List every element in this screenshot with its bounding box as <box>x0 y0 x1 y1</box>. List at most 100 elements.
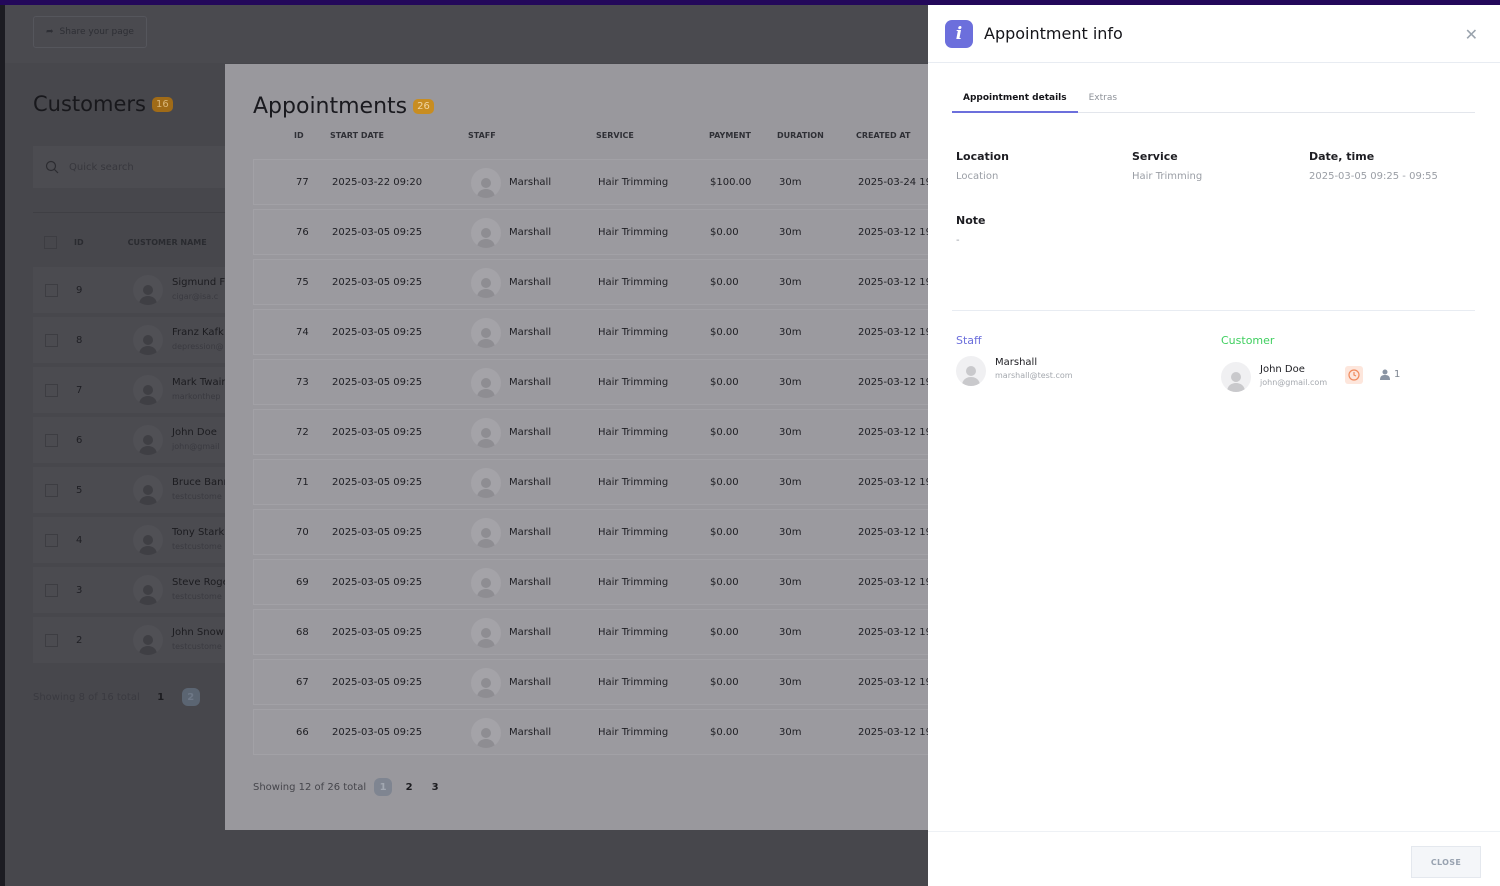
customers-search-input[interactable]: Quick search <box>33 146 233 188</box>
appointment-row[interactable]: 68 2025-03-05 09:25 Marshall Hair Trimmi… <box>253 609 928 655</box>
appointment-row[interactable]: 66 2025-03-05 09:25 Marshall Hair Trimmi… <box>253 709 928 755</box>
customer-email: markonthep <box>172 392 221 401</box>
staff-avatar <box>471 168 501 198</box>
appt-staff: Marshall <box>509 577 552 588</box>
appt-duration: 30m <box>779 377 802 388</box>
appt-created: 2025-03-12 19 <box>858 477 928 488</box>
customer-row[interactable]: 5 Bruce Banr testcustome <box>33 467 233 513</box>
share-page-button[interactable]: ➦ Share your page <box>33 16 147 48</box>
appointment-row[interactable]: 74 2025-03-05 09:25 Marshall Hair Trimmi… <box>253 309 928 355</box>
appt-start: 2025-03-05 09:25 <box>332 477 423 488</box>
customer-row[interactable]: 6 John Doe john@gmail <box>33 417 233 463</box>
appt-payment: $0.00 <box>710 627 739 638</box>
appointment-row[interactable]: 75 2025-03-05 09:25 Marshall Hair Trimmi… <box>253 259 928 305</box>
appt-created: 2025-03-12 19 <box>858 377 928 388</box>
appt-duration: 30m <box>779 677 802 688</box>
appt-payment: $0.00 <box>710 527 739 538</box>
col-duration[interactable]: DURATION <box>777 131 824 140</box>
page-2[interactable]: 2 <box>181 688 200 706</box>
col-customer-name[interactable]: CUSTOMER NAME <box>128 238 207 247</box>
customer-row[interactable]: 7 Mark Twair markonthep <box>33 367 233 413</box>
appt-service: Hair Trimming <box>598 477 669 488</box>
appointments-count-badge: 26 <box>413 99 434 114</box>
appt-duration: 30m <box>779 277 802 288</box>
appt-id: 67 <box>296 677 309 688</box>
appt-payment: $0.00 <box>710 327 739 338</box>
appt-service: Hair Trimming <box>598 727 669 738</box>
staff-avatar <box>471 368 501 398</box>
customer-id: 5 <box>76 484 83 496</box>
share-icon: ➦ <box>46 27 54 37</box>
col-id[interactable]: ID <box>74 238 84 247</box>
appointment-row[interactable]: 70 2025-03-05 09:25 Marshall Hair Trimmi… <box>253 509 928 555</box>
customers-count-badge: 16 <box>151 96 173 112</box>
select-all-checkbox[interactable] <box>44 236 57 249</box>
datetime-label: Date, time <box>1309 150 1375 163</box>
panel-tabs: Appointment details Extras <box>952 89 1475 113</box>
col-created-at: CREATED AT <box>856 131 911 140</box>
row-checkbox[interactable] <box>45 483 58 497</box>
row-checkbox[interactable] <box>45 383 58 397</box>
appointment-row[interactable]: 72 2025-03-05 09:25 Marshall Hair Trimmi… <box>253 409 928 455</box>
customer-name: Mark Twair <box>172 377 226 388</box>
customer-row[interactable]: 4 Tony Stark testcustome <box>33 517 233 563</box>
appointment-row[interactable]: 76 2025-03-05 09:25 Marshall Hair Trimmi… <box>253 209 928 255</box>
appt-staff: Marshall <box>509 277 552 288</box>
page-1[interactable]: 1 <box>152 688 170 706</box>
row-checkbox[interactable] <box>45 633 58 647</box>
clock-icon[interactable] <box>1345 366 1363 384</box>
appt-duration: 30m <box>779 527 802 538</box>
customer-row[interactable]: 9 Sigmund F cigar@isa.c <box>33 267 233 313</box>
appointment-row[interactable]: 69 2025-03-05 09:25 Marshall Hair Trimmi… <box>253 559 928 605</box>
appt-staff: Marshall <box>509 427 552 438</box>
row-checkbox[interactable] <box>45 433 58 447</box>
appt-start: 2025-03-05 09:25 <box>332 627 423 638</box>
appt-created: 2025-03-12 19 <box>858 577 928 588</box>
col-id[interactable]: ID <box>294 131 304 140</box>
appt-created: 2025-03-12 19 <box>858 277 928 288</box>
divider <box>33 212 233 213</box>
customer-avatar <box>1221 362 1251 392</box>
close-icon[interactable]: ✕ <box>1465 25 1478 44</box>
customer-row[interactable]: 8 Franz Kafk depression@ <box>33 317 233 363</box>
appt-duration: 30m <box>779 327 802 338</box>
appt-payment: $0.00 <box>710 427 739 438</box>
customer-row[interactable]: 2 John Snow testcustome <box>33 617 233 663</box>
customer-row[interactable]: 3 Steve Roge testcustome <box>33 567 233 613</box>
staff-avatar <box>471 318 501 348</box>
appointment-row[interactable]: 71 2025-03-05 09:25 Marshall Hair Trimmi… <box>253 459 928 505</box>
appointments-pagination: Showing 12 of 26 total 1 2 3 <box>253 778 444 796</box>
col-staff[interactable]: STAFF <box>468 131 496 140</box>
close-button[interactable]: CLOSE <box>1411 846 1481 878</box>
divider <box>952 310 1475 311</box>
person-icon <box>1380 369 1390 380</box>
row-checkbox[interactable] <box>45 333 58 347</box>
appt-service: Hair Trimming <box>598 177 669 188</box>
appt-id: 69 <box>296 577 309 588</box>
col-service[interactable]: SERVICE <box>596 131 634 140</box>
staff-avatar <box>956 356 986 386</box>
appt-payment: $0.00 <box>710 577 739 588</box>
tab-extras[interactable]: Extras <box>1078 89 1128 113</box>
customer-email: depression@ <box>172 342 224 351</box>
appt-service: Hair Trimming <box>598 677 669 688</box>
page-1[interactable]: 1 <box>374 778 393 796</box>
customer-email: testcustome <box>172 492 222 501</box>
page-2[interactable]: 2 <box>400 778 418 796</box>
appt-created: 2025-03-12 19 <box>858 727 928 738</box>
note-value: - <box>956 235 960 246</box>
row-checkbox[interactable] <box>45 533 58 547</box>
tab-appointment-details[interactable]: Appointment details <box>952 89 1078 113</box>
search-icon <box>45 160 59 174</box>
row-checkbox[interactable] <box>45 283 58 297</box>
customers-pagination: Showing 8 of 16 total 1 2 <box>33 688 200 706</box>
appointment-row[interactable]: 67 2025-03-05 09:25 Marshall Hair Trimmi… <box>253 659 928 705</box>
appointment-row[interactable]: 77 2025-03-22 09:20 Marshall Hair Trimmi… <box>253 159 928 205</box>
staff-avatar <box>471 668 501 698</box>
appointment-row[interactable]: 73 2025-03-05 09:25 Marshall Hair Trimmi… <box>253 359 928 405</box>
col-start-date[interactable]: START DATE <box>330 131 384 140</box>
appt-start: 2025-03-05 09:25 <box>332 327 423 338</box>
appt-created: 2025-03-12 19 <box>858 427 928 438</box>
row-checkbox[interactable] <box>45 583 58 597</box>
page-3[interactable]: 3 <box>426 778 444 796</box>
